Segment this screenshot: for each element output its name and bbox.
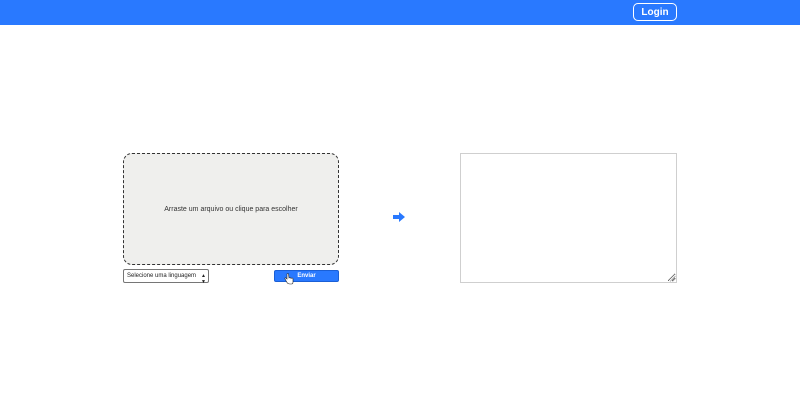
dropzone-instruction: Arraste um arquivo ou clique para escolh… bbox=[164, 205, 298, 213]
language-select[interactable]: Selecione uma linguagem ▲ ▼ bbox=[123, 269, 209, 285]
arrow-right-icon bbox=[393, 212, 405, 222]
top-navbar: Login bbox=[0, 0, 800, 25]
login-button[interactable]: Login bbox=[633, 3, 677, 21]
language-select-value: Selecione uma linguagem bbox=[127, 273, 197, 279]
select-caret-icon: ▲ ▼ bbox=[201, 273, 206, 285]
file-dropzone[interactable]: Arraste um arquivo ou clique para escolh… bbox=[123, 153, 339, 265]
output-textarea[interactable] bbox=[460, 153, 677, 283]
hand-pointer-icon bbox=[284, 273, 294, 285]
resize-grip-icon[interactable] bbox=[669, 275, 676, 282]
